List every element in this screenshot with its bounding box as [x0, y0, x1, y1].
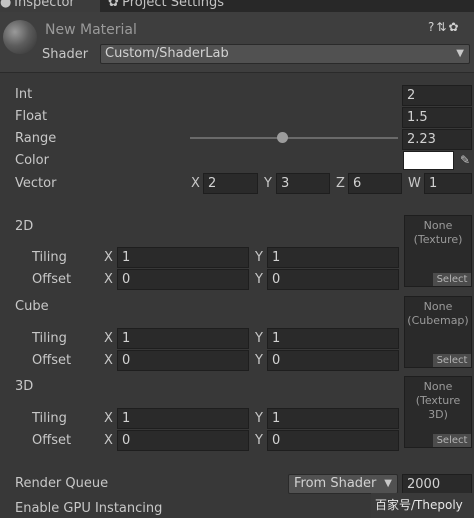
material-name: New Material: [45, 22, 137, 38]
texture-2d-slot-type: (Texture): [413, 233, 463, 246]
tab-bar: ● Inspector ✿ Project Settings: [0, 0, 474, 12]
texture-3d-offset-x-field[interactable]: 0: [117, 430, 249, 451]
texture-3d-offset-y-axis: Y: [255, 433, 263, 448]
shader-value: Custom/ShaderLab: [105, 46, 229, 61]
range-label: Range: [15, 131, 57, 146]
texture-cube-tiling-y-field[interactable]: 1: [267, 328, 399, 349]
texture-cube-tiling-x-axis: X: [104, 331, 113, 346]
texture-2d-tiling-y-axis: Y: [255, 250, 263, 265]
float-label: Float: [15, 109, 48, 124]
chevron-down-icon: ▼: [456, 48, 464, 59]
texture-3d-tiling-y-axis: Y: [255, 411, 263, 426]
texture-cube-tiling-x-field[interactable]: 1: [117, 328, 249, 349]
render-queue-dropdown[interactable]: From Shader ▼: [288, 474, 398, 494]
render-queue-field[interactable]: 2000: [402, 474, 472, 495]
texture-2d-select-button[interactable]: Select: [433, 273, 471, 286]
vector-w-axis-label: W: [408, 176, 421, 191]
watermark: 百家号/Thepoly: [371, 493, 474, 518]
texture-cube-slot-none: None: [423, 300, 453, 313]
preset-icon[interactable]: ⇅: [436, 20, 448, 34]
material-preview-sphere: [3, 20, 37, 54]
tab-inspector-label: Inspector: [14, 0, 75, 10]
texture-cube-offset-x-field[interactable]: 0: [117, 350, 249, 371]
texture-cube-select-button[interactable]: Select: [433, 354, 471, 367]
chevron-down-icon: ▼: [384, 478, 392, 489]
eyedropper-icon[interactable]: ✎: [458, 151, 472, 170]
texture-cube-label: Cube: [15, 299, 49, 314]
tab-project-settings[interactable]: ✿ Project Settings: [108, 0, 224, 12]
texture-3d-select-button[interactable]: Select: [433, 434, 471, 447]
texture-3d-slot-none: None: [423, 380, 453, 393]
texture-2d-offset-x-axis: X: [104, 272, 113, 287]
texture-2d-tiling-label: Tiling: [32, 250, 67, 265]
color-label: Color: [15, 153, 49, 168]
texture-3d-offset-x-axis: X: [104, 433, 113, 448]
vector-label: Vector: [15, 176, 57, 191]
texture-2d-offset-y-axis: Y: [255, 272, 263, 287]
header-icons: ?⇅✿: [428, 20, 461, 34]
gear-icon[interactable]: ✿: [448, 20, 460, 34]
texture-cube-slot-type: (Cubemap): [407, 314, 469, 327]
int-field[interactable]: 2: [402, 85, 472, 106]
texture-cube-offset-x-axis: X: [104, 353, 113, 368]
gpu-instancing-label: Enable GPU Instancing: [15, 501, 163, 516]
texture-2d-offset-x-field[interactable]: 0: [117, 269, 249, 290]
shader-label: Shader: [42, 47, 89, 62]
range-slider-thumb[interactable]: [276, 132, 288, 143]
range-slider-track[interactable]: [190, 137, 398, 139]
vector-x-field[interactable]: 2: [203, 173, 258, 194]
gear-icon: ✿: [108, 0, 119, 10]
color-swatch[interactable]: [403, 151, 454, 170]
texture-2d-tiling-x-field[interactable]: 1: [117, 247, 249, 268]
texture-3d-offset-y-field[interactable]: 0: [267, 430, 399, 451]
info-icon: ●: [0, 0, 12, 10]
render-queue-mode: From Shader: [294, 476, 377, 491]
texture-3d-offset-label: Offset: [32, 433, 72, 448]
texture-cube-tiling-label: Tiling: [32, 331, 67, 346]
texture-3d-tiling-x-axis: X: [104, 411, 113, 426]
tab-inspector[interactable]: ● Inspector: [0, 0, 100, 12]
texture-2d-offset-y-field[interactable]: 0: [267, 269, 399, 290]
texture-cube-slot[interactable]: None (Cubemap) Select: [404, 296, 472, 368]
vector-w-field[interactable]: 1: [424, 173, 472, 194]
tab-project-settings-label: Project Settings: [122, 0, 225, 10]
range-field[interactable]: 2.23: [402, 129, 472, 150]
texture-3d-tiling-x-field[interactable]: 1: [117, 408, 249, 429]
vector-z-field[interactable]: 6: [348, 173, 402, 194]
texture-cube-tiling-y-axis: Y: [255, 331, 263, 346]
texture-2d-label: 2D: [15, 219, 34, 234]
texture-2d-slot[interactable]: None (Texture) Select: [404, 215, 472, 287]
texture-2d-slot-none: None: [423, 219, 453, 232]
shader-dropdown[interactable]: Custom/ShaderLab ▼: [100, 44, 470, 64]
render-queue-label: Render Queue: [15, 476, 109, 491]
texture-3d-slot-type: (Texture 3D): [415, 394, 461, 421]
texture-3d-tiling-label: Tiling: [32, 411, 67, 426]
vector-y-field[interactable]: 3: [276, 173, 330, 194]
vector-z-axis-label: Z: [336, 176, 345, 191]
texture-3d-tiling-y-field[interactable]: 1: [267, 408, 399, 429]
texture-2d-tiling-x-axis: X: [104, 250, 113, 265]
texture-3d-label: 3D: [15, 379, 34, 394]
texture-cube-offset-y-field[interactable]: 0: [267, 350, 399, 371]
texture-2d-tiling-y-field[interactable]: 1: [267, 247, 399, 268]
texture-2d-offset-label: Offset: [32, 272, 72, 287]
texture-cube-offset-label: Offset: [32, 353, 72, 368]
vector-x-axis-label: X: [191, 176, 200, 191]
texture-cube-offset-y-axis: Y: [255, 353, 263, 368]
float-field[interactable]: 1.5: [402, 107, 472, 128]
vector-y-axis-label: Y: [264, 176, 272, 191]
texture-3d-slot[interactable]: None (Texture 3D) Select: [404, 376, 472, 448]
int-label: Int: [15, 87, 33, 102]
